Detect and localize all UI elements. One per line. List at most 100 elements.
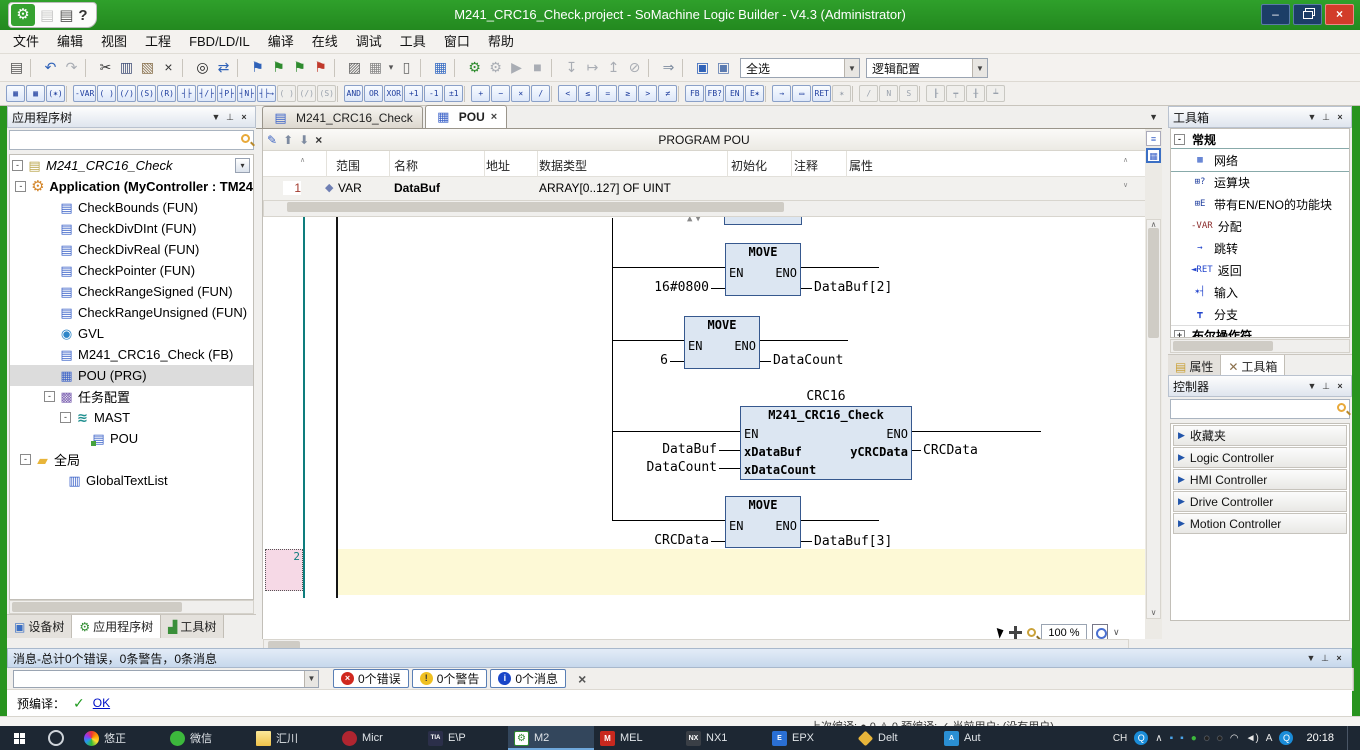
toolbar-icon[interactable]: ⚙	[464, 57, 485, 78]
fbd-toolbar-icon[interactable]: XOR	[384, 85, 403, 102]
col-init[interactable]: 初始化	[731, 157, 767, 174]
toolbox-item[interactable]: ◄RET 返回	[1171, 259, 1349, 281]
zoom-level[interactable]: 100 %	[1041, 624, 1087, 641]
controller-group[interactable]: ▶ Drive Controller	[1173, 491, 1347, 512]
toolbox-item[interactable]: -VAR 分配	[1171, 215, 1349, 237]
tree-item[interactable]: - M241_CRC16_Check ▾	[10, 155, 253, 176]
close-icon[interactable]: ×	[1333, 112, 1347, 122]
chevron-down-icon[interactable]: ▼	[844, 59, 859, 77]
tree-search-input[interactable]	[9, 130, 254, 150]
controller-group[interactable]: ▶ Logic Controller	[1173, 447, 1347, 468]
taskbar-app[interactable]: E EPX	[766, 726, 852, 750]
fbd-toolbar-icon[interactable]: ±1	[444, 85, 463, 102]
pan-icon[interactable]	[1009, 626, 1022, 639]
crc16-function-block[interactable]: M241_CRC16_Check ENENO xDataBufyCRCData …	[740, 406, 912, 480]
taskbar-app[interactable]: 汇川	[250, 726, 336, 750]
fbd-toolbar-icon[interactable]: ▦	[6, 85, 25, 102]
message-filter-button[interactable]: ! 0个警告	[412, 669, 488, 688]
fbd-toolbar-icon[interactable]: FB	[685, 85, 704, 102]
taskbar-app[interactable]: NX NX1	[680, 726, 766, 750]
toolbar-icon[interactable]	[237, 59, 244, 77]
operand-input[interactable]: DataBuf	[662, 443, 717, 456]
tray-icon[interactable]: ∧	[1155, 733, 1162, 744]
move-up-icon[interactable]: ⬆	[283, 133, 293, 147]
menu-item[interactable]: 工程	[136, 30, 180, 53]
menu-item[interactable]: 工具	[391, 30, 435, 53]
fbd-toolbar-icon[interactable]: ≤	[578, 85, 597, 102]
operand-output[interactable]: DataCount	[773, 354, 843, 367]
toolbar-icon[interactable]: ✂	[95, 57, 116, 78]
tab-m241-crc16-check[interactable]: M241_CRC16_Check	[262, 106, 423, 128]
tree-item[interactable]: - 全局	[10, 449, 253, 470]
message-category-combo[interactable]: ▼	[13, 670, 319, 688]
fbd-toolbar-icon[interactable]	[66, 86, 72, 102]
tab-pou[interactable]: POU ×	[425, 105, 507, 128]
toolbar-icon[interactable]: ▨	[344, 57, 365, 78]
toolbar-icon[interactable]	[551, 59, 558, 77]
col-attributes[interactable]: 属性	[849, 157, 873, 174]
fbd-toolbar-icon[interactable]: ┤N├	[237, 85, 256, 102]
help-icon[interactable]: ?	[78, 7, 87, 24]
partial-block[interactable]	[724, 217, 802, 225]
ladder-canvas[interactable]: ▲▼	[263, 217, 1146, 598]
toolbar-icon[interactable]: ▾	[386, 57, 396, 78]
fbd-toolbar-icon[interactable]: N	[879, 85, 898, 102]
close-icon[interactable]: ×	[237, 112, 251, 122]
fbd-toolbar-icon[interactable]: =	[598, 85, 617, 102]
variable-row[interactable]: 1 ◆ VAR DataBuf ARRAY[0..127] OF UINT ∨	[263, 177, 1145, 200]
fbd-toolbar-icon[interactable]: +	[471, 85, 490, 102]
toolbar-icon[interactable]: ■	[527, 57, 548, 78]
operand-input[interactable]: CRCData	[654, 534, 709, 547]
scroll-down-icon[interactable]: ∨	[1123, 181, 1128, 189]
canvas-vscrollbar[interactable]: ∧ ∨	[1146, 219, 1161, 619]
move-down-icon[interactable]: ⬇	[299, 133, 309, 147]
toolbar-icon[interactable]: ⇒	[658, 57, 679, 78]
close-icon[interactable]: ×	[1333, 381, 1347, 391]
taskbar-search-icon[interactable]	[48, 730, 64, 746]
fbd-toolbar-icon[interactable]	[337, 86, 343, 102]
fbd-toolbar-icon[interactable]: ( )	[97, 85, 116, 102]
tree-item[interactable]: CheckDivReal (FUN)	[10, 239, 253, 260]
tree-item[interactable]: GlobalTextList	[10, 470, 253, 491]
taskbar-app[interactable]: TIA E\P	[422, 726, 508, 750]
device-select-combo[interactable]: 全选 ▼	[740, 58, 860, 78]
taskbar-app[interactable]: Delt	[852, 726, 938, 750]
toolbar-icon[interactable]	[682, 59, 689, 77]
fbd-toolbar-icon[interactable]: −	[491, 85, 510, 102]
network-2-marker[interactable]: 2	[265, 549, 303, 591]
textual-view-icon[interactable]: ≡	[1146, 131, 1161, 146]
toolbar-icon[interactable]: ▧	[137, 57, 158, 78]
collapse-up-icon[interactable]: ∧	[300, 156, 305, 164]
toolbox-item[interactable]: ┳ 分支	[1171, 303, 1349, 325]
fbd-toolbar-icon[interactable]	[464, 86, 470, 102]
close-button[interactable]: ×	[1325, 4, 1354, 25]
fbd-toolbar-icon[interactable]: /	[531, 85, 550, 102]
network-2-row[interactable]	[338, 549, 1146, 595]
fb-instance-name[interactable]: CRC16	[740, 389, 912, 404]
tray-icon[interactable]: ◄)	[1246, 733, 1259, 744]
save-all-icon[interactable]: ▤	[59, 6, 73, 24]
restore-button[interactable]	[1293, 4, 1322, 25]
precompile-ok-link[interactable]: OK	[93, 696, 110, 710]
operand-input[interactable]: 16#0800	[654, 281, 709, 294]
tray-icon[interactable]: ●	[1204, 733, 1210, 744]
move-block-2[interactable]: MOVE ENENO	[684, 316, 760, 369]
fbd-toolbar-icon[interactable]: OR	[364, 85, 383, 102]
clear-messages-icon[interactable]: ×	[578, 671, 586, 687]
toolbar-icon[interactable]: ▦	[365, 57, 386, 78]
save-icon[interactable]: ▤	[40, 6, 54, 24]
menu-item[interactable]: FBD/LD/IL	[180, 30, 259, 53]
toolbar-icon[interactable]: ↧	[561, 57, 582, 78]
fbd-toolbar-icon[interactable]: E✶	[745, 85, 764, 102]
toolbar-icon[interactable]	[30, 59, 37, 77]
menu-item[interactable]: 调试	[347, 30, 391, 53]
message-filter-button[interactable]: × 0个错误	[333, 669, 409, 688]
controller-group[interactable]: ▶ HMI Controller	[1173, 469, 1347, 490]
col-address[interactable]: 地址	[486, 157, 510, 174]
menu-item[interactable]: 帮助	[479, 30, 523, 53]
taskbar-app[interactable]: M MEL	[594, 726, 680, 750]
fbd-toolbar-icon[interactable]: (R)	[157, 85, 176, 102]
toolbar-icon[interactable]: ⚑	[289, 57, 310, 78]
tray-icon[interactable]: CH	[1113, 733, 1127, 744]
toolbox-item[interactable]: ⊞? 运算块	[1171, 171, 1349, 193]
